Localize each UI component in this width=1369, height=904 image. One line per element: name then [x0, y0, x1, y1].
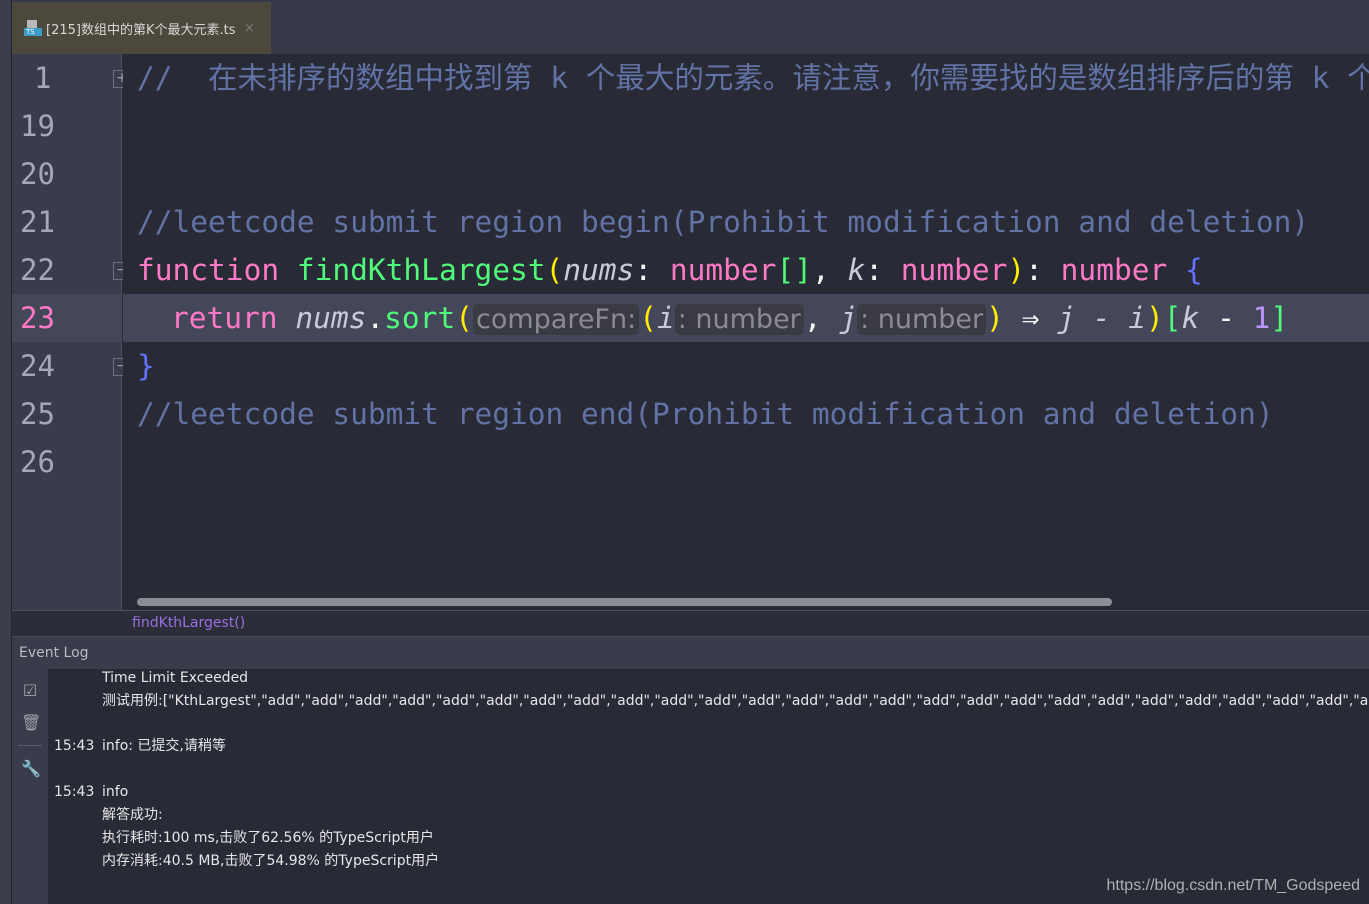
- comma: ,: [811, 253, 848, 287]
- param: i: [656, 301, 675, 335]
- identifier: nums: [295, 301, 367, 335]
- expression: j - i: [1057, 301, 1147, 335]
- return-type: number: [1060, 253, 1168, 287]
- line-number: 24: [20, 349, 55, 383]
- log-line: 内存消耗:40.5 MB,击败了54.98% 的TypeScript用户: [102, 853, 440, 869]
- editor-tab[interactable]: [215]数组中的第K个最大元素.ts ×: [12, 2, 271, 54]
- type-hint: : number: [674, 304, 804, 335]
- log-line: 解答成功:: [102, 807, 163, 823]
- arrow: ⇒: [1003, 301, 1058, 335]
- wrench-icon[interactable]: 🔧: [21, 759, 41, 778]
- paren: ): [986, 301, 1004, 335]
- code-line-24: }: [137, 349, 155, 383]
- keyword: function: [137, 253, 280, 287]
- log-time: 15:43: [54, 738, 95, 754]
- log-line: 测试用例:["KthLargest","add","add","add","ad…: [102, 693, 1369, 709]
- param: j: [839, 301, 858, 335]
- mark-all-read-icon[interactable]: ☑: [21, 681, 39, 700]
- type: number: [669, 253, 777, 287]
- colon: :: [1025, 253, 1061, 287]
- paren: (: [545, 253, 564, 287]
- log-line: info: [102, 784, 129, 800]
- type-hint: : number: [857, 304, 987, 335]
- line-number: 22: [20, 253, 55, 287]
- close-tab-icon[interactable]: ×: [243, 20, 255, 36]
- watermark: https://blog.csdn.net/TM_Godspeed: [1106, 877, 1360, 894]
- line-number: 21: [20, 205, 55, 239]
- code-editor[interactable]: // 在未排序的数组中找到第 k 个最大的元素。请注意，你需要找的是数组排序后的…: [123, 54, 1369, 610]
- breadcrumb[interactable]: findKthLargest(): [12, 610, 1369, 636]
- identifier: k: [1181, 301, 1200, 335]
- comma: ,: [803, 301, 840, 335]
- event-log-header: Event Log: [12, 636, 1369, 669]
- param: nums: [563, 253, 635, 287]
- colon: :: [634, 253, 670, 287]
- line-number: 25: [20, 397, 55, 431]
- operator: -: [1199, 301, 1253, 335]
- param: k: [847, 253, 866, 287]
- event-log-body: Time Limit Exceeded 测试用例:["KthLargest","…: [48, 669, 1369, 904]
- typescript-file-icon: [24, 20, 42, 36]
- code-line-23: return nums.sort(compareFn: (i: number, j…: [171, 294, 1288, 342]
- bracket: [: [1163, 301, 1182, 335]
- line-number-gutter: 1 19 20 21 22 23 24 25 26 + − −: [12, 54, 131, 610]
- colon: :: [865, 253, 901, 287]
- brackets: []: [776, 253, 812, 287]
- trash-icon[interactable]: 🗑: [21, 713, 41, 732]
- method-name: sort: [384, 301, 456, 335]
- dot: .: [366, 301, 385, 335]
- number-literal: 1: [1252, 301, 1271, 335]
- line-number: 1: [34, 61, 52, 95]
- code-line-25: //leetcode submit region end(Prohibit mo…: [137, 397, 1274, 431]
- left-tool-strip: [0, 0, 12, 904]
- log-line: Time Limit Exceeded: [102, 670, 249, 686]
- brace: {: [1167, 253, 1203, 287]
- code-line-21: //leetcode submit region begin(Prohibit …: [137, 205, 1310, 239]
- log-line: 执行耗时:100 ms,击败了62.56% 的TypeScript用户: [102, 830, 434, 846]
- line-number: 20: [20, 157, 55, 191]
- line-number: 19: [20, 109, 55, 143]
- line-number-current: 23: [20, 301, 55, 335]
- paren: (: [639, 301, 657, 335]
- type: number: [900, 253, 1008, 287]
- tab-title: [215]数组中的第K个最大元素.ts: [46, 22, 236, 38]
- event-log-toolbar: ☑ 🗑 🔧: [12, 669, 48, 904]
- paren: ): [1146, 301, 1164, 335]
- log-time: 15:43: [54, 784, 95, 800]
- function-name: findKthLargest: [296, 253, 546, 287]
- code-line-1: // 在未排序的数组中找到第 k 个最大的元素。请注意，你需要找的是数组排序后的…: [137, 61, 1369, 95]
- bracket: ]: [1270, 301, 1289, 335]
- line-number: 26: [20, 445, 55, 479]
- toolbar-divider: [18, 745, 42, 746]
- log-line: info: 已提交,请稍等: [102, 738, 226, 754]
- tab-bar: [215]数组中的第K个最大元素.ts ×: [12, 0, 1369, 54]
- paren: (: [455, 301, 473, 335]
- horizontal-scrollbar[interactable]: [137, 598, 1112, 606]
- param-hint: compareFn:: [472, 304, 640, 335]
- keyword: return: [171, 301, 278, 335]
- paren: ): [1007, 253, 1026, 287]
- code-line-22: function findKthLargest(nums: number[], …: [137, 246, 1203, 294]
